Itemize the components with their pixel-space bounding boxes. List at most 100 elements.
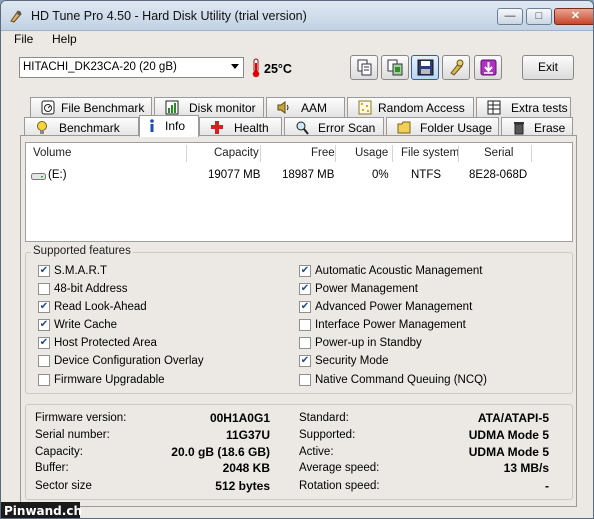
- tab-erase[interactable]: Erase: [501, 117, 573, 137]
- maximize-button[interactable]: □: [526, 8, 552, 25]
- feature-label: Automatic Acoustic Management: [315, 265, 483, 277]
- tab-label: Random Access: [378, 101, 465, 115]
- toolbar: HITACHI_DK23CA-20 (20 gB) 25°C Exit: [1, 49, 593, 89]
- feature-label: Power-up in Standby: [315, 337, 422, 349]
- tab-label: Health: [234, 121, 269, 135]
- bar-chart-icon: [165, 100, 179, 115]
- serial-number-value: 11G37U: [225, 428, 270, 442]
- volume-usage: 0%: [372, 169, 389, 181]
- tab-label: File Benchmark: [61, 101, 145, 115]
- feature-label: Firmware Upgradable: [54, 374, 165, 386]
- column-header-free[interactable]: Free: [311, 147, 335, 159]
- info-label: Capacity:: [35, 446, 83, 458]
- feature-label: Advanced Power Management: [315, 301, 473, 313]
- checkbox-read-look-ahead[interactable]: ✔: [38, 301, 50, 313]
- info-label: Sector size: [35, 480, 92, 492]
- options-button[interactable]: [442, 55, 470, 80]
- minimize-icon: —: [504, 10, 516, 22]
- supported-mode-value: UDMA Mode 5: [468, 428, 549, 442]
- checkbox-write-cache[interactable]: ✔: [38, 319, 50, 331]
- volume-free: 18987 MB: [282, 169, 335, 181]
- checkbox-advanced-power-management[interactable]: ✔: [299, 301, 311, 313]
- app-window: HD Tune Pro 4.50 - Hard Disk Utility (tr…: [0, 0, 594, 519]
- copy-icon: [357, 59, 372, 76]
- standard-value: ATA/ATAPI-5: [477, 411, 549, 425]
- checkbox-host-protected-area[interactable]: ✔: [38, 337, 50, 349]
- checkbox-smart[interactable]: ✔: [38, 265, 50, 277]
- info-icon: [150, 119, 154, 132]
- tab-disk-monitor[interactable]: Disk monitor: [154, 97, 264, 117]
- tab-benchmark[interactable]: Benchmark: [24, 117, 139, 137]
- column-header-volume[interactable]: Volume: [33, 147, 71, 159]
- checkbox-device-configuration-overlay[interactable]: [38, 355, 50, 367]
- floppy-save-icon: [417, 59, 434, 76]
- tab-folder-usage[interactable]: Folder Usage: [386, 117, 499, 137]
- feature-label: Security Mode: [315, 355, 389, 367]
- info-label: Serial number:: [35, 429, 110, 441]
- column-header-capacity[interactable]: Capacity: [214, 147, 259, 159]
- volume-table[interactable]: Volume Capacity Free Usage File system S…: [25, 142, 573, 242]
- close-button[interactable]: ✕: [554, 8, 593, 25]
- checkbox-automatic-acoustic-management[interactable]: ✔: [299, 265, 311, 277]
- checkbox-interface-power-management[interactable]: [299, 319, 311, 331]
- tab-label: Info: [165, 119, 186, 133]
- tools-icon: [450, 59, 464, 76]
- column-header-usage[interactable]: Usage: [355, 147, 388, 159]
- exit-button[interactable]: Exit: [522, 55, 574, 80]
- tab-aam[interactable]: AAM: [266, 97, 345, 117]
- title-bar[interactable]: HD Tune Pro 4.50 - Hard Disk Utility (tr…: [1, 1, 593, 31]
- tab-error-scan[interactable]: Error Scan: [284, 117, 384, 137]
- menu-file[interactable]: File: [14, 32, 33, 46]
- buffer-value: 2048 KB: [222, 461, 270, 475]
- checkbox-security-mode[interactable]: ✔: [299, 355, 311, 367]
- info-label: Firmware version:: [35, 412, 127, 424]
- app-icon: [10, 10, 22, 23]
- tab-file-benchmark[interactable]: File Benchmark: [30, 97, 152, 117]
- health-cross-icon: [211, 121, 223, 134]
- checkbox-48bit-address[interactable]: [38, 283, 50, 295]
- temperature-readout: 25°C: [264, 62, 292, 76]
- feature-label: Native Command Queuing (NCQ): [315, 374, 487, 386]
- feature-label: Interface Power Management: [315, 319, 466, 331]
- checkbox-power-up-in-standby[interactable]: [299, 337, 311, 349]
- drive-select-value: HITACHI_DK23CA-20 (20 gB): [23, 61, 177, 73]
- download-update-button[interactable]: [474, 55, 502, 80]
- feature-label: Read Look-Ahead: [54, 301, 147, 313]
- copy-screenshot-button[interactable]: [381, 55, 409, 80]
- tab-info[interactable]: Info: [139, 115, 199, 137]
- feature-label: S.M.A.R.T: [54, 265, 108, 277]
- tab-extra-tests[interactable]: Extra tests: [476, 97, 571, 117]
- feature-label: 48-bit Address: [54, 283, 128, 295]
- tab-label: Error Scan: [318, 121, 376, 135]
- average-speed-value: 13 MB/s: [503, 461, 549, 475]
- sector-size-value: 512 bytes: [215, 479, 270, 493]
- lightbulb-icon: [37, 121, 47, 134]
- tab-label: Disk monitor: [189, 101, 256, 115]
- tab-label: Benchmark: [59, 121, 120, 135]
- copy-screenshot-icon: [387, 59, 403, 76]
- tab-health[interactable]: Health: [199, 117, 282, 137]
- magnifier-icon: [296, 121, 309, 135]
- watermark: Pinwand.ch: [1, 502, 82, 518]
- save-button[interactable]: [411, 55, 439, 80]
- tab-random-access[interactable]: Random Access: [347, 97, 474, 117]
- checkbox-power-management[interactable]: ✔: [299, 283, 311, 295]
- folder-icon: [397, 121, 411, 134]
- column-header-file-system[interactable]: File system: [401, 147, 459, 159]
- drive-icon: [31, 173, 46, 180]
- tab-label: Erase: [534, 121, 566, 135]
- menu-help[interactable]: Help: [52, 32, 77, 46]
- minimize-button[interactable]: —: [497, 8, 523, 25]
- chevron-down-icon: [231, 64, 239, 69]
- feature-label: Device Configuration Overlay: [54, 355, 204, 367]
- drive-select[interactable]: HITACHI_DK23CA-20 (20 gB): [19, 57, 244, 78]
- capacity-value: 20.0 gB (18.6 GB): [171, 445, 270, 459]
- column-header-serial[interactable]: Serial: [484, 147, 513, 159]
- feature-label: Write Cache: [54, 319, 118, 331]
- volume-file-system: NTFS: [411, 169, 442, 181]
- checkbox-native-command-queuing[interactable]: [299, 374, 311, 386]
- info-label: Average speed:: [299, 462, 380, 474]
- checkbox-firmware-upgradable[interactable]: [38, 374, 50, 386]
- volume-capacity: 19077 MB: [208, 169, 261, 181]
- copy-info-button[interactable]: [350, 55, 378, 80]
